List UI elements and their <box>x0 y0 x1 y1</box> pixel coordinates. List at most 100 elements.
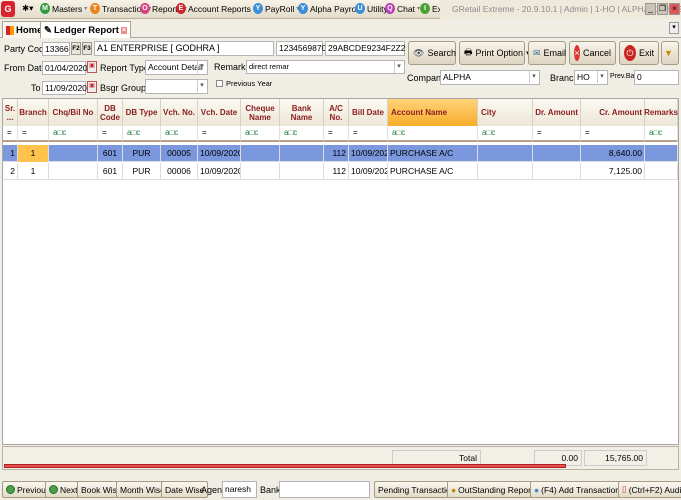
column-header[interactable]: Cr. Amount <box>581 99 645 126</box>
table-cell: 1 <box>18 145 49 162</box>
filter-cell[interactable]: = <box>198 126 241 142</box>
column-header[interactable]: Bill Date <box>349 99 388 126</box>
filter-cell[interactable]: a□c <box>478 126 533 142</box>
add-transaction-label: (F4) Add Transaction <box>541 484 621 495</box>
agent-input[interactable]: naresh <box>222 481 257 498</box>
filter-cell[interactable]: a□c <box>280 126 324 142</box>
restore-button[interactable]: ❐ <box>657 3 668 15</box>
company-select[interactable]: ALPHA ▾ <box>440 70 540 85</box>
filter-cell[interactable]: a□c <box>161 126 198 142</box>
bank-input[interactable] <box>279 481 370 498</box>
chevron-down-icon: ▾ <box>597 71 606 83</box>
envelope-icon: ✉ <box>533 47 541 58</box>
column-header[interactable]: Vch. Date <box>198 99 241 126</box>
column-header[interactable]: Vch. No. <box>161 99 198 126</box>
menu-account-reports[interactable]: EAccount Reports▾ <box>176 3 256 14</box>
table-cell: 00005 <box>161 145 198 162</box>
table-cell: 112 <box>324 163 349 180</box>
menu-payroll[interactable]: YPayRoll▾ <box>253 3 299 14</box>
minimize-button[interactable]: _ <box>645 3 656 15</box>
filter-cell[interactable]: a□c <box>388 126 478 142</box>
to-date-label: To <box>31 83 41 93</box>
horizontal-scrollbar[interactable] <box>4 464 566 468</box>
table-cell <box>645 145 678 162</box>
outstanding-label: OutStanding Report <box>458 484 534 495</box>
party-code-input[interactable]: 13366 <box>42 42 70 56</box>
previous-year-checkbox[interactable] <box>216 80 223 87</box>
filter-cell[interactable]: = <box>324 126 349 142</box>
filter-cell[interactable]: = <box>533 126 581 142</box>
column-header[interactable]: Chq/Bil No <box>49 99 98 126</box>
audit-button[interactable]: ▯ (Ctrl+F2) Audit <box>618 481 681 498</box>
column-header[interactable]: A/C No. <box>324 99 349 126</box>
add-transaction-button[interactable]: ● (F4) Add Transaction <box>530 481 625 498</box>
filter-button[interactable]: ▼ <box>661 41 679 65</box>
f2-button[interactable]: F2 <box>71 42 81 55</box>
filter-cell[interactable]: a□c <box>241 126 280 142</box>
table-cell: 10/09/2020 <box>198 145 241 162</box>
menu-icon: M <box>40 3 50 14</box>
column-header[interactable]: DB Code <box>98 99 123 126</box>
filter-cell[interactable]: = <box>98 126 123 142</box>
tab-ledger-report[interactable]: ✎ Ledger Report × <box>40 21 131 38</box>
agent-label: Agent <box>201 485 225 495</box>
filter-cell[interactable]: a□c <box>645 126 678 142</box>
remarks-select[interactable]: direct remar ▾ <box>246 60 405 74</box>
filter-cell[interactable]: a□c <box>123 126 161 142</box>
menu-label: PayRoll <box>265 3 295 14</box>
table-cell: 10/09/2020 <box>349 145 388 162</box>
menu-icon: T <box>90 3 100 14</box>
report-type-select[interactable]: Account Detail ▾ <box>145 60 208 75</box>
table-cell: PUR <box>123 145 161 162</box>
column-header[interactable]: Account Name <box>388 99 478 126</box>
column-header[interactable]: Sr. ... <box>3 99 18 126</box>
table-cell <box>533 163 581 180</box>
filter-cell[interactable]: = <box>3 126 18 142</box>
cancel-button[interactable]: × Cancel <box>569 41 616 65</box>
table-cell <box>49 145 98 162</box>
next-button[interactable]: Next <box>45 481 82 498</box>
exit-button[interactable]: ⏻ Exit <box>619 41 659 65</box>
party-name-field: A1 ENTERPRISE [ GODHRA ] <box>94 41 274 56</box>
settings-icon[interactable]: ✱▾ <box>22 3 33 14</box>
power-icon: ⏻ <box>624 45 636 61</box>
column-header[interactable]: DB Type <box>123 99 161 126</box>
table-row[interactable]: 11601PUR0000510/09/202011210/09/2020PURC… <box>3 145 678 162</box>
search-button[interactable]: 👁 Search <box>408 41 456 65</box>
filter-cell[interactable]: a□c <box>49 126 98 142</box>
email-button[interactable]: ✉ Email <box>528 41 566 65</box>
table-cell <box>241 163 280 180</box>
column-header[interactable]: Dr. Amount <box>533 99 581 126</box>
branch-select[interactable]: HO ▾ <box>574 70 608 85</box>
calendar-icon[interactable]: ▣ <box>87 61 97 73</box>
filter-cell[interactable]: = <box>581 126 645 142</box>
table-row[interactable]: 21601PUR0000610/09/202011210/09/2020PURC… <box>3 163 678 180</box>
f3-button[interactable]: F3 <box>82 42 92 55</box>
to-date-input[interactable]: 11/09/2020 <box>42 81 87 95</box>
gstin-field: 29ABCDE9234F2Z2 <box>325 41 406 56</box>
table-cell <box>645 163 678 180</box>
menu-masters[interactable]: M Masters ▾ <box>40 3 87 14</box>
previous-icon <box>6 485 15 494</box>
close-button[interactable]: × <box>669 3 680 15</box>
print-label: Print Option <box>475 48 524 58</box>
binoculars-icon: 👁 <box>413 47 425 58</box>
from-date-input[interactable]: 01/04/2020 <box>42 61 88 75</box>
calendar-icon[interactable]: ▣ <box>87 81 97 93</box>
tab-list-dropdown[interactable]: ▾ <box>669 22 679 34</box>
print-option-button[interactable]: 🖶Print Option▾ <box>459 41 530 65</box>
filter-cell[interactable]: = <box>349 126 388 142</box>
column-header[interactable]: Branch <box>18 99 49 126</box>
outstanding-report-button[interactable]: ● OutStanding Report <box>447 481 538 498</box>
column-header[interactable]: Cheque Name <box>241 99 280 126</box>
email-label: Email <box>543 48 567 58</box>
bsgr-group-select[interactable]: ▾ <box>145 79 208 94</box>
column-header[interactable]: Bank Name <box>280 99 324 126</box>
table-cell: 1 <box>3 145 18 162</box>
ledger-grid: Sr. ... = Branch = Chq/Bil No a□c DB Code = DB T… <box>2 98 679 445</box>
close-tab-icon[interactable]: × <box>120 26 127 34</box>
menu-chat[interactable]: Q Chat ▾ <box>385 3 420 14</box>
column-header[interactable]: Remarks <box>644 99 678 126</box>
column-header[interactable]: City <box>478 99 533 126</box>
filter-cell[interactable]: = <box>18 126 49 142</box>
